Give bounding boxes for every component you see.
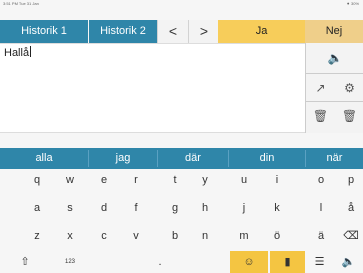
backspace-icon[interactable]: ⌫ bbox=[339, 225, 363, 247]
key[interactable]: l bbox=[309, 197, 333, 219]
key[interactable]: ä bbox=[309, 225, 333, 247]
status-battery: ⚫ 30% bbox=[346, 1, 359, 6]
key[interactable]: a bbox=[25, 197, 49, 219]
message-textarea[interactable]: Hallå bbox=[0, 43, 305, 133]
key[interactable]: k bbox=[265, 197, 289, 219]
word-prediction-bar: alla jag där din när bbox=[0, 148, 363, 169]
prediction-word[interactable]: när bbox=[306, 148, 363, 169]
key[interactable]: e bbox=[92, 169, 116, 191]
key[interactable]: z bbox=[25, 225, 49, 247]
prediction-word[interactable]: jag bbox=[89, 148, 157, 169]
key[interactable]: y bbox=[193, 169, 217, 191]
period-key[interactable]: . bbox=[90, 251, 230, 273]
key[interactable]: t bbox=[163, 169, 187, 191]
key[interactable]: j bbox=[232, 197, 256, 219]
key[interactable]: g bbox=[163, 197, 187, 219]
expand-icon[interactable]: ↗ bbox=[306, 78, 335, 98]
key[interactable]: c bbox=[92, 225, 116, 247]
keyboard: q w e r t y u i o p a s d f g h j k l å … bbox=[0, 169, 363, 273]
key[interactable]: ö bbox=[265, 225, 289, 247]
tab-historik-2[interactable]: Historik 2 bbox=[89, 20, 157, 43]
text-caret bbox=[30, 46, 32, 57]
key[interactable]: h bbox=[193, 197, 217, 219]
no-button[interactable]: Nej bbox=[305, 20, 363, 43]
back-button[interactable]: < bbox=[157, 20, 189, 43]
key[interactable]: m bbox=[232, 225, 256, 247]
divider bbox=[306, 101, 363, 102]
forward-button[interactable]: > bbox=[188, 20, 220, 43]
top-toolbar: Historik 1 Historik 2 < > Ja Nej bbox=[0, 20, 363, 43]
key[interactable]: x bbox=[58, 225, 82, 247]
status-time: 3:51 PM Tue 31 Jan bbox=[3, 1, 39, 6]
key[interactable]: b bbox=[163, 225, 187, 247]
yes-button[interactable]: Ja bbox=[218, 20, 305, 43]
key[interactable]: o bbox=[309, 169, 333, 191]
key[interactable]: d bbox=[92, 197, 116, 219]
key[interactable]: å bbox=[339, 197, 363, 219]
phrases-icon[interactable]: ▮ bbox=[270, 251, 305, 273]
side-panel: 🔈 ↗ ⚙ 🗑 🗑 bbox=[305, 43, 363, 133]
key[interactable]: u bbox=[232, 169, 256, 191]
prediction-word[interactable]: din bbox=[229, 148, 305, 169]
settings-icon[interactable]: ⚙ bbox=[335, 78, 363, 98]
key[interactable]: v bbox=[124, 225, 148, 247]
emoji-icon[interactable]: ☺ bbox=[230, 251, 268, 273]
key[interactable]: n bbox=[193, 225, 217, 247]
prediction-word[interactable]: alla bbox=[0, 148, 88, 169]
key[interactable]: w bbox=[58, 169, 82, 191]
prediction-word[interactable]: där bbox=[158, 148, 228, 169]
key[interactable]: i bbox=[265, 169, 289, 191]
key[interactable]: f bbox=[124, 197, 148, 219]
divider bbox=[306, 73, 363, 74]
key[interactable]: s bbox=[58, 197, 82, 219]
status-bar: 3:51 PM Tue 31 Jan ⚫ 30% bbox=[0, 0, 363, 8]
speak-icon[interactable]: 🔈 bbox=[334, 251, 363, 273]
shift-icon[interactable]: ⇧ bbox=[0, 251, 50, 273]
trash-icon[interactable]: 🗑 bbox=[335, 106, 363, 126]
menu-icon[interactable]: ☰ bbox=[305, 251, 334, 273]
trash-icon[interactable]: 🗑 bbox=[306, 106, 335, 126]
tab-historik-1[interactable]: Historik 1 bbox=[0, 20, 88, 43]
speaker-icon[interactable]: 🔈 bbox=[306, 48, 363, 68]
numbers-key[interactable]: 123 bbox=[50, 251, 90, 273]
key[interactable]: p bbox=[339, 169, 363, 191]
message-text: Hallå bbox=[4, 46, 32, 59]
key[interactable]: q bbox=[25, 169, 49, 191]
key[interactable]: r bbox=[124, 169, 148, 191]
